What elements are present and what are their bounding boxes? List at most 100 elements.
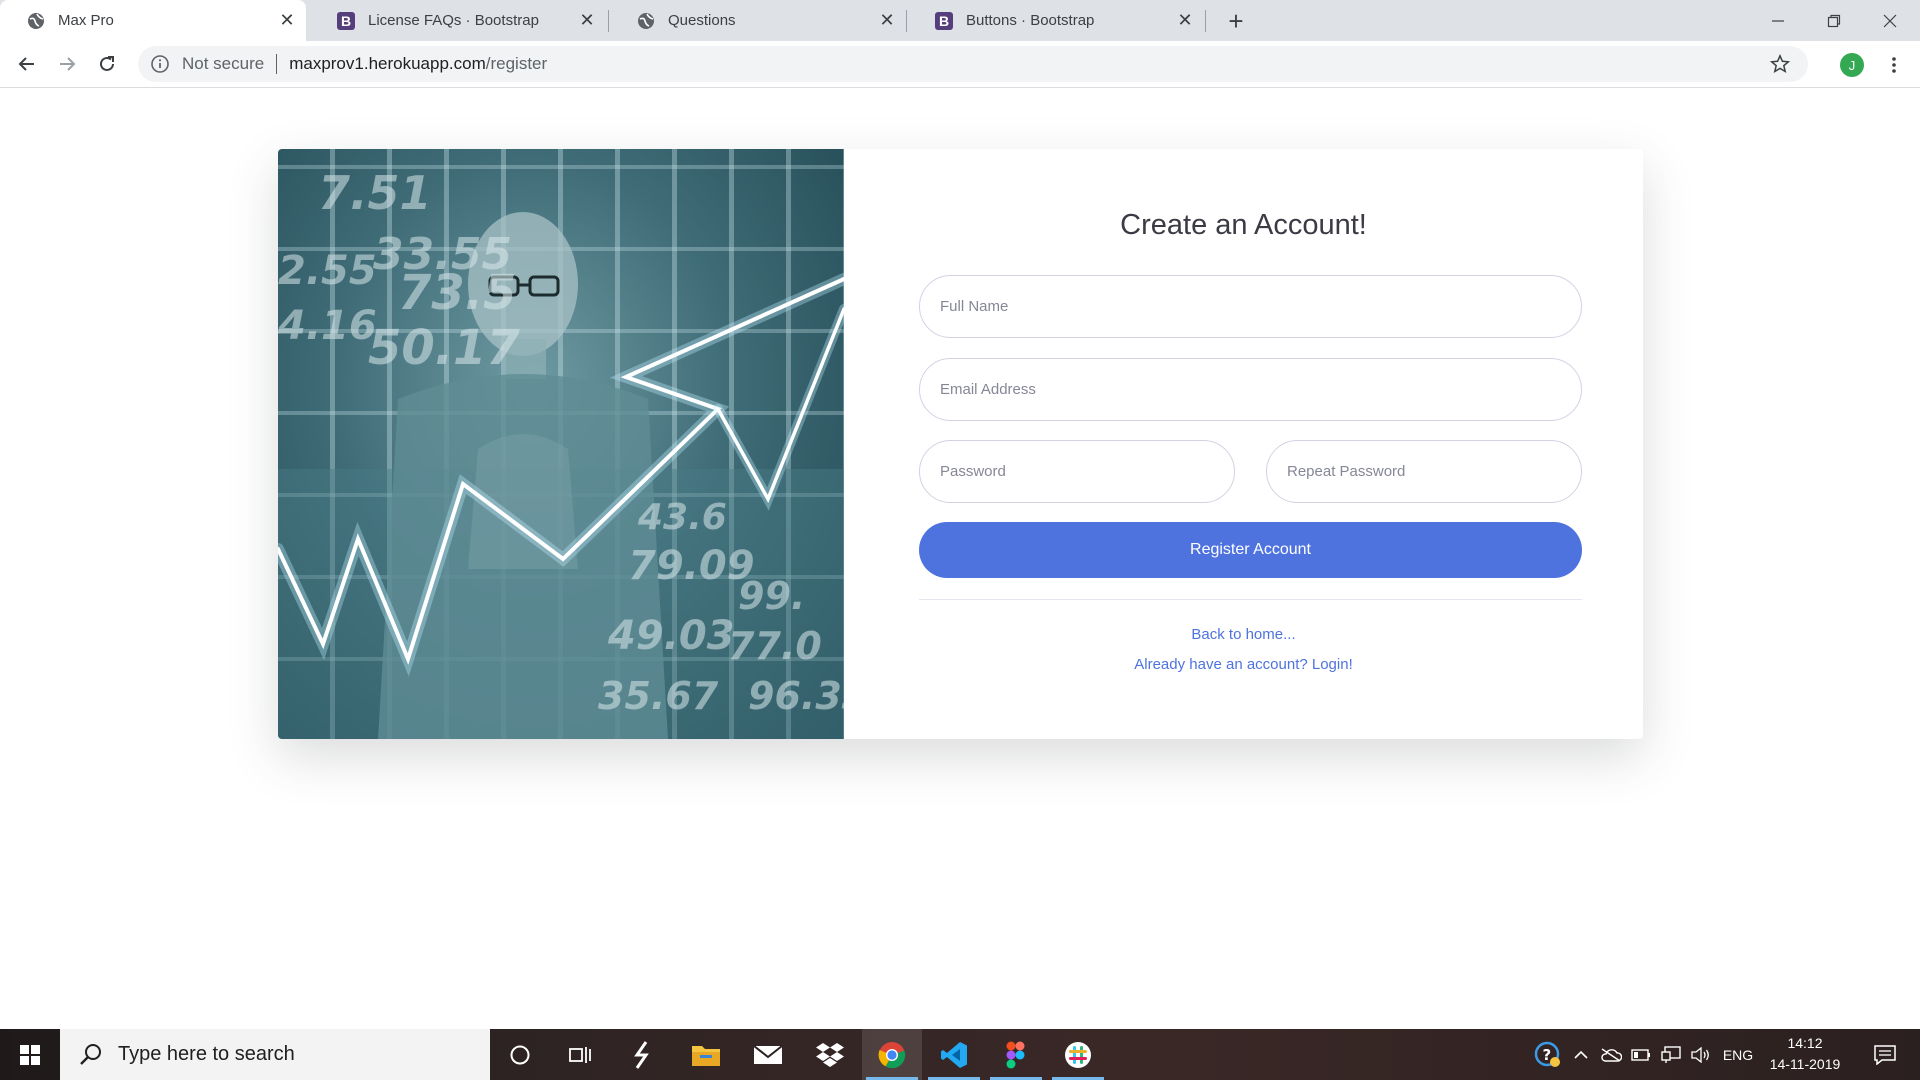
figma-button[interactable]: [986, 1029, 1046, 1080]
battery-icon: [1631, 1048, 1650, 1061]
hero-number: 4.16: [278, 303, 377, 349]
page-title: Create an Account!: [1120, 209, 1367, 241]
svg-text:?: ?: [1543, 1046, 1552, 1064]
forward-button[interactable]: [52, 49, 82, 79]
address-bar[interactable]: Not secure maxprov1.herokuapp.com/regist…: [138, 46, 1808, 82]
form-divider: [919, 599, 1582, 600]
start-button[interactable]: [0, 1029, 60, 1080]
onedrive-tray-icon[interactable]: [1598, 1029, 1624, 1080]
clock-time: 14:12: [1787, 1035, 1823, 1051]
tab-title: License FAQs · Bootstrap: [368, 12, 539, 29]
clock-date: 14-11-2019: [1769, 1056, 1841, 1072]
minimize-button[interactable]: [1750, 0, 1806, 41]
security-label[interactable]: Not secure: [182, 54, 264, 74]
minimize-icon: [1772, 19, 1784, 22]
network-tray-icon[interactable]: [1658, 1029, 1684, 1080]
volume-tray-icon[interactable]: [1688, 1029, 1714, 1080]
slack-button[interactable]: [1048, 1029, 1108, 1080]
folder-icon: [692, 1045, 720, 1066]
action-center-button[interactable]: [1860, 1029, 1910, 1080]
login-link[interactable]: Already have an account? Login!: [844, 656, 1643, 673]
menu-button[interactable]: [1882, 53, 1906, 77]
windows-taskbar: Type here to search ? ENG 14:12 14-11-20…: [0, 1029, 1920, 1080]
restore-button[interactable]: [1806, 0, 1862, 41]
back-to-home-link[interactable]: Back to home...: [844, 626, 1643, 643]
close-tab-icon[interactable]: ✕: [876, 10, 898, 32]
mail-button[interactable]: [738, 1029, 798, 1080]
cortana-button[interactable]: [490, 1029, 550, 1080]
chrome-icon: [878, 1041, 906, 1068]
password-input[interactable]: [919, 440, 1235, 503]
profile-avatar[interactable]: J: [1840, 53, 1864, 77]
hero-number: 96.33: [748, 674, 844, 718]
reload-button[interactable]: [92, 49, 122, 79]
help-icon: ?: [1534, 1041, 1560, 1067]
full-name-input[interactable]: [919, 275, 1582, 338]
mail-icon: [753, 1044, 783, 1064]
close-tab-icon[interactable]: ✕: [276, 10, 298, 32]
tab-title: Buttons · Bootstrap: [966, 12, 1095, 29]
browser-toolbar: Not secure maxprov1.herokuapp.com/regist…: [0, 41, 1920, 88]
reload-icon: [100, 56, 114, 71]
cloud-icon: [1601, 1047, 1622, 1062]
chrome-button[interactable]: [862, 1029, 922, 1080]
register-form: Create an Account! Register Account Back…: [844, 149, 1643, 739]
back-button[interactable]: [12, 49, 42, 79]
notification-icon: [1874, 1044, 1896, 1065]
speaker-icon: [1691, 1046, 1709, 1063]
slack-icon: [1065, 1041, 1091, 1068]
help-tray-button[interactable]: ?: [1530, 1029, 1566, 1080]
tab-max-pro[interactable]: Max Pro ✕: [0, 0, 306, 41]
tab-buttons-bootstrap[interactable]: B Buttons · Bootstrap ✕: [908, 0, 1204, 41]
taskbar-search[interactable]: Type here to search: [60, 1029, 490, 1080]
info-icon[interactable]: [150, 54, 170, 74]
chevron-up-icon: [1574, 1050, 1588, 1059]
close-tab-icon[interactable]: ✕: [1174, 10, 1196, 32]
dropbox-button[interactable]: [800, 1029, 860, 1080]
new-tab-button[interactable]: +: [1222, 6, 1250, 36]
globe-icon: [636, 11, 656, 31]
close-window-button[interactable]: [1862, 0, 1918, 41]
arrow-left-icon: [18, 57, 34, 71]
stock-chart-illustration: 7.51 33.55 73.5 50.17 79.09 49.03 35.67 …: [278, 166, 844, 739]
clock[interactable]: 14:12 14-11-2019: [1760, 1033, 1850, 1075]
cortana-icon: [510, 1045, 530, 1064]
kebab-menu-icon: [1892, 57, 1896, 73]
bootstrap-icon: B: [934, 11, 954, 31]
tab-license-faqs[interactable]: B License FAQs · Bootstrap ✕: [310, 0, 606, 41]
globe-icon: [26, 11, 46, 31]
restore-icon: [1827, 14, 1841, 27]
vscode-icon: [941, 1041, 967, 1068]
close-tab-icon[interactable]: ✕: [576, 10, 598, 32]
tab-separator: [1205, 10, 1206, 32]
hero-number: 73.5: [398, 265, 516, 321]
register-card: 7.51 33.55 73.5 50.17 79.09 49.03 35.67 …: [278, 149, 1643, 739]
hero-number: 2.55: [278, 248, 377, 294]
show-hidden-icons-button[interactable]: [1570, 1029, 1592, 1080]
email-input[interactable]: [919, 358, 1582, 421]
task-view-button[interactable]: [550, 1029, 610, 1080]
omnibox-divider: [276, 54, 278, 74]
hero-number: 79.09: [628, 543, 755, 589]
hero-number: 49.03: [607, 613, 735, 659]
vscode-button[interactable]: [924, 1029, 984, 1080]
bookmark-star-icon[interactable]: [1770, 54, 1790, 74]
repeat-password-input[interactable]: [1266, 440, 1582, 503]
url-host: maxprov1.herokuapp.com: [289, 54, 486, 73]
sublime-s-icon: [634, 1040, 649, 1069]
hero-number: 50.17: [368, 320, 520, 376]
file-explorer-button[interactable]: [676, 1029, 736, 1080]
close-icon: [1883, 14, 1897, 27]
language-indicator[interactable]: ENG: [1718, 1029, 1758, 1080]
task-view-icon: [569, 1046, 591, 1063]
figma-icon: [1006, 1041, 1025, 1068]
tab-questions[interactable]: Questions ✕: [610, 0, 906, 41]
search-placeholder: Type here to search: [118, 1043, 295, 1065]
app-s-button[interactable]: [612, 1029, 672, 1080]
battery-tray-icon[interactable]: [1628, 1029, 1654, 1080]
register-account-button[interactable]: Register Account: [919, 522, 1582, 578]
tab-title: Questions: [668, 12, 736, 29]
network-icon: [1661, 1045, 1681, 1063]
windows-logo-icon: [20, 1044, 40, 1065]
bootstrap-icon: B: [336, 11, 356, 31]
